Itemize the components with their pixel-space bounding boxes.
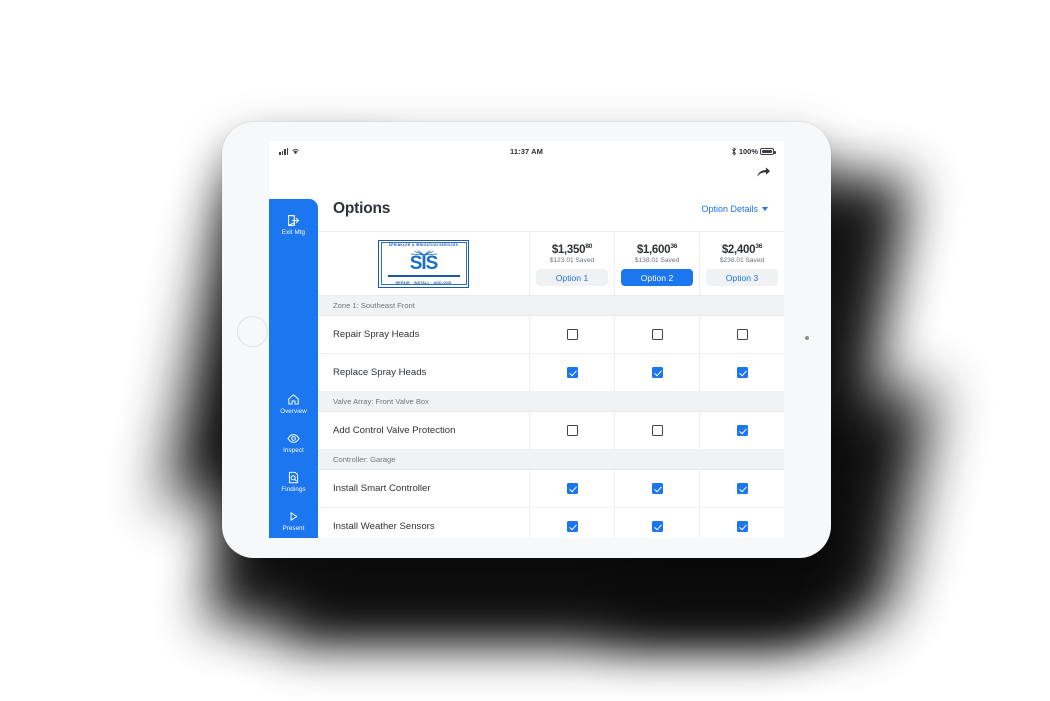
tablet-device: 11:37 AM 100% Exit Mtg Overview Inspect … xyxy=(222,122,831,558)
battery-percent-label: 100% xyxy=(738,146,758,156)
logo-bottom-text: REPAIR · INSTALL · ADD-ONS xyxy=(395,280,452,285)
table-row: Add Control Valve Protection xyxy=(318,412,784,450)
play-icon xyxy=(290,512,298,521)
eye-icon xyxy=(287,434,300,443)
option-1-checkbox[interactable] xyxy=(566,329,578,340)
left-nav-sidebar: Exit Mtg Overview Inspect Findings Prese… xyxy=(269,199,318,538)
company-logo: SPRINKLER & IRRIGATION SERVICES SIS REPA… xyxy=(378,239,469,288)
option-3-checkbox[interactable] xyxy=(736,521,748,532)
options-header-row: SPRINKLER & IRRIGATION SERVICES SIS REPA… xyxy=(318,232,784,296)
table-row-label: Replace Spray Heads xyxy=(333,367,427,378)
table-checkbox-cell xyxy=(529,470,614,507)
option-3-checkbox[interactable] xyxy=(736,425,748,436)
option-details-label: Option Details xyxy=(701,204,758,214)
share-arrow-icon[interactable] xyxy=(756,165,771,179)
sidebar-item-label: Overview xyxy=(280,408,307,415)
chevron-down-icon xyxy=(762,207,768,211)
option-3-checkbox[interactable] xyxy=(736,483,748,494)
option-column-2: $1,60036 $138.01 Saved Option 2 xyxy=(614,232,699,295)
battery-full-icon xyxy=(760,147,776,155)
status-bar-time: 11:37 AM xyxy=(509,146,544,156)
option-2-checkbox[interactable] xyxy=(651,425,663,436)
table-row-label: Install Weather Sensors xyxy=(333,521,435,532)
options-table: Zone 1: Southeast Front Repair Spray Head… xyxy=(318,296,784,538)
option-3-button[interactable]: Option 3 xyxy=(706,269,778,287)
table-checkbox-cell xyxy=(699,316,784,353)
table-group-header: Controller: Garage xyxy=(318,450,784,470)
option-1-checkbox[interactable] xyxy=(566,521,578,532)
option-price: $1,60036 xyxy=(636,242,678,256)
option-2-checkbox[interactable] xyxy=(651,329,663,340)
table-row: Replace Spray Heads xyxy=(318,354,784,392)
option-3-checkbox[interactable] xyxy=(736,367,748,378)
share-row xyxy=(269,161,784,187)
page-title: Options xyxy=(333,200,391,217)
option-2-checkbox[interactable] xyxy=(651,521,663,532)
table-checkbox-cell xyxy=(699,354,784,391)
table-group-header: Zone 1: Southeast Front xyxy=(318,296,784,316)
bluetooth-icon xyxy=(731,146,736,156)
table-checkbox-cell xyxy=(529,508,614,538)
table-checkbox-cell xyxy=(699,470,784,507)
option-savings: $123.01 Saved xyxy=(549,257,595,265)
tablet-screen: 11:37 AM 100% Exit Mtg Overview Inspect … xyxy=(269,141,784,538)
sidebar-item-exit-mtg[interactable]: Exit Mtg xyxy=(269,214,318,236)
table-row: Repair Spray Heads xyxy=(318,316,784,354)
table-checkbox-cell xyxy=(614,354,699,391)
option-2-checkbox[interactable] xyxy=(651,367,663,378)
sidebar-item-label: Findings xyxy=(281,486,306,493)
logo-ground-line xyxy=(387,274,460,277)
page-header: Options Option Details xyxy=(318,187,784,232)
sprinkler-spray-icon xyxy=(410,249,437,263)
option-savings: $138.01 Saved xyxy=(634,257,680,265)
table-checkbox-cell xyxy=(614,508,699,538)
sidebar-item-label: Inspect xyxy=(283,447,304,454)
sidebar-item-label: Present xyxy=(282,525,305,532)
logo-top-text: SPRINKLER & IRRIGATION SERVICES xyxy=(388,242,459,247)
table-checkbox-cell xyxy=(699,508,784,538)
sidebar-item-findings[interactable]: Findings xyxy=(269,471,318,493)
option-price: $2,40036 xyxy=(721,242,763,256)
sidebar-item-overview[interactable]: Overview xyxy=(269,393,318,415)
home-icon xyxy=(288,394,299,405)
option-2-checkbox[interactable] xyxy=(651,483,663,494)
option-details-dropdown[interactable]: Option Details xyxy=(701,204,768,214)
option-3-checkbox[interactable] xyxy=(736,329,748,340)
table-row-label: Install Smart Controller xyxy=(333,483,431,494)
sidebar-item-label: Exit Mtg xyxy=(281,229,306,236)
option-column-3: $2,40036 $238.01 Saved Option 3 xyxy=(699,232,784,295)
option-savings: $238.01 Saved xyxy=(719,257,765,265)
table-checkbox-cell xyxy=(529,316,614,353)
table-checkbox-cell xyxy=(529,354,614,391)
table-row-label: Repair Spray Heads xyxy=(333,329,420,340)
table-checkbox-cell xyxy=(614,470,699,507)
table-row: Install Smart Controller xyxy=(318,470,784,508)
option-2-button[interactable]: Option 2 xyxy=(621,269,693,287)
home-button[interactable] xyxy=(237,316,268,347)
sidebar-item-present[interactable]: Present xyxy=(269,510,318,532)
option-column-1: $1,35080 $123.01 Saved Option 1 xyxy=(529,232,614,295)
table-checkbox-cell xyxy=(699,412,784,449)
front-camera-icon xyxy=(805,336,809,340)
table-checkbox-cell xyxy=(614,316,699,353)
exit-door-icon xyxy=(288,215,300,226)
option-1-button[interactable]: Option 1 xyxy=(536,269,608,287)
option-price: $1,35080 xyxy=(551,242,593,256)
option-1-checkbox[interactable] xyxy=(566,483,578,494)
table-row-label: Add Control Valve Protection xyxy=(333,425,456,436)
table-group-header: Valve Array: Front Valve Box xyxy=(318,392,784,412)
sidebar-item-inspect[interactable]: Inspect xyxy=(269,432,318,454)
main-content: Options Option Details SPRINKLER & IRRIG… xyxy=(318,187,784,538)
table-checkbox-cell xyxy=(614,412,699,449)
table-row: Install Weather Sensors xyxy=(318,508,784,538)
company-logo-cell: SPRINKLER & IRRIGATION SERVICES SIS REPA… xyxy=(318,232,529,295)
option-1-checkbox[interactable] xyxy=(566,425,578,436)
document-search-icon xyxy=(288,471,299,484)
status-bar: 11:37 AM 100% xyxy=(269,141,784,161)
table-checkbox-cell xyxy=(529,412,614,449)
option-1-checkbox[interactable] xyxy=(566,367,578,378)
